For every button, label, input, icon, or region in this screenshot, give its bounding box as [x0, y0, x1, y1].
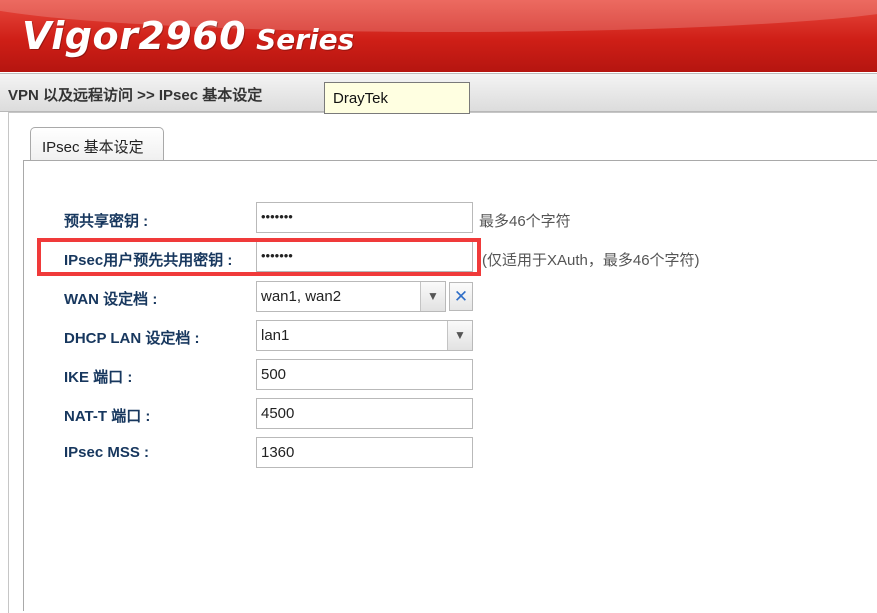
- logo-model: Vigor2960: [22, 14, 247, 58]
- tooltip: DrayTek: [324, 82, 470, 114]
- logo-series: Series: [256, 23, 355, 56]
- natt-port-label: NAT-T 端口 :: [64, 408, 151, 425]
- psk-input[interactable]: •••••••: [256, 202, 473, 233]
- wan-profile-label: WAN 设定档 :: [64, 291, 158, 308]
- natt-port-input[interactable]: 4500: [256, 398, 473, 429]
- wan-profile-value: wan1, wan2: [261, 288, 342, 305]
- dhcp-lan-profile-value: lan1: [261, 327, 290, 344]
- tab-ipsec-basic[interactable]: IPsec 基本设定: [30, 127, 164, 160]
- breadcrumb: VPN 以及远程访问 >> IPsec 基本设定: [8, 87, 263, 104]
- psk-hint: 最多46个字符: [479, 213, 571, 230]
- product-logo: Vigor2960 Series: [22, 14, 354, 58]
- xauth-psk-input[interactable]: •••••••: [256, 241, 473, 272]
- psk-label: 预共享密钥 :: [64, 213, 149, 230]
- header-banner: Vigor2960 Series: [0, 0, 877, 72]
- dhcp-lan-profile-select[interactable]: lan1 ▼: [256, 320, 473, 351]
- ipsec-mss-label: IPsec MSS :: [64, 444, 150, 461]
- ipsec-mss-input[interactable]: 1360: [256, 437, 473, 468]
- dhcp-lan-profile-label: DHCP LAN 设定档 :: [64, 330, 200, 347]
- chevron-down-icon[interactable]: ▼: [420, 282, 445, 311]
- chevron-down-icon[interactable]: ▼: [447, 321, 472, 350]
- xauth-psk-label: IPsec用户预先共用密钥 :: [64, 252, 233, 269]
- xauth-psk-hint: (仅适用于XAuth，最多46个字符): [482, 252, 700, 269]
- ike-port-label: IKE 端口 :: [64, 369, 133, 386]
- close-icon[interactable]: ✕: [449, 282, 473, 311]
- ike-port-input[interactable]: 500: [256, 359, 473, 390]
- wan-profile-select[interactable]: wan1, wan2 ▼: [256, 281, 446, 312]
